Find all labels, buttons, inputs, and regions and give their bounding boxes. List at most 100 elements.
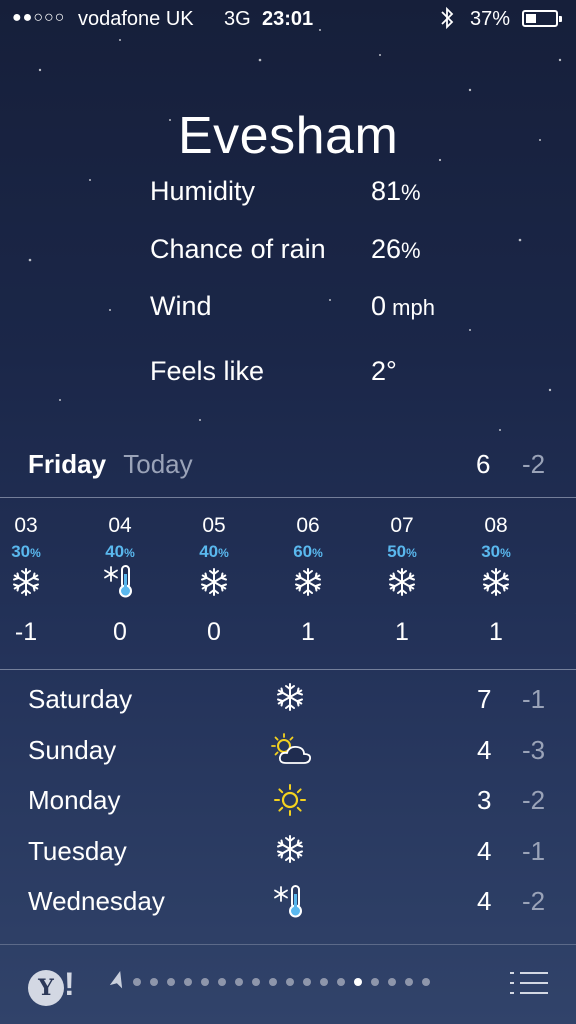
hourly-item: 03 30% -1 <box>0 514 56 647</box>
today-high: 6 <box>476 449 491 479</box>
daily-low: -1 <box>522 684 546 714</box>
page-dot[interactable] <box>371 978 379 986</box>
hour-temp: -1 <box>14 618 38 646</box>
hour-precip: 30% <box>11 542 41 561</box>
hourly-item: 05 40% 0 <box>184 514 244 647</box>
daily-low: -1 <box>522 835 546 866</box>
today-summary: Friday Today 6 -2 <box>28 449 576 485</box>
location-arrow-icon <box>103 967 130 996</box>
hour-label: 08 <box>484 514 508 537</box>
detail-value: 0 mph <box>371 291 435 321</box>
hour-label: 03 <box>14 514 38 537</box>
daily-low: -3 <box>522 734 546 765</box>
hourly-forecast[interactable]: 03 30% -1 04 40% 0 05 40% 0 06 60% 1 07 50% 1 08 30% 1 08 S… <box>0 500 576 668</box>
page-dot[interactable] <box>252 978 260 986</box>
snowflake-icon <box>270 834 310 872</box>
city-name: Evesham <box>178 107 399 165</box>
daily-row: Tuesday 4 -1 <box>0 834 576 876</box>
page-indicator[interactable] <box>133 978 430 986</box>
daily-row: Saturday 7 -1 <box>0 682 576 724</box>
daily-row: Monday 3 -2 <box>0 783 576 825</box>
snowflake-icon <box>278 564 338 608</box>
hour-temp: Su <box>560 596 576 625</box>
hourly-item: 08 Su <box>560 514 576 625</box>
page-dot[interactable] <box>150 978 158 986</box>
daily-low: -2 <box>522 886 546 916</box>
page-dot[interactable] <box>235 978 243 986</box>
daily-high: 7 <box>477 684 492 714</box>
hour-temp: 1 <box>395 618 409 646</box>
daily-high: 4 <box>477 886 492 916</box>
page-dot[interactable] <box>286 978 294 986</box>
daily-high: 4 <box>477 734 492 765</box>
detail-value: 26% <box>371 234 421 264</box>
hour-temp: 1 <box>301 618 315 646</box>
page-dot[interactable] <box>337 978 345 986</box>
daily-day: Saturday <box>28 684 133 714</box>
today-day: Friday <box>28 449 107 479</box>
hour-label: 05 <box>202 514 226 537</box>
daily-high: 4 <box>477 835 492 866</box>
hour-temp: 1 <box>489 618 503 646</box>
page-dot[interactable] <box>388 978 396 986</box>
detail-value: 2° <box>371 356 397 386</box>
detail-label: Feels like <box>150 356 265 386</box>
sunrise-icon <box>560 542 576 586</box>
status-time: 23:01 <box>262 8 314 30</box>
yahoo-logo-bang: ! <box>64 966 75 1002</box>
snowflake-icon <box>270 682 310 720</box>
daily-day: Monday <box>28 785 121 815</box>
page-dot[interactable] <box>184 978 192 986</box>
today-label: Today <box>123 449 193 479</box>
divider <box>0 669 576 670</box>
network-type: 3G <box>224 8 251 30</box>
today-low: -2 <box>522 449 546 479</box>
hour-precip: 30% <box>481 542 511 561</box>
page-dot[interactable] <box>422 978 430 986</box>
hour-precip: 40% <box>105 542 135 561</box>
snowflake-icon <box>372 564 432 608</box>
status-bar: ●●○○○ vodafone UK 3G 23:01 37% <box>0 0 576 40</box>
hour-temp: 0 <box>207 618 221 646</box>
snow-cold-icon <box>90 564 150 608</box>
hour-label: 07 <box>390 514 414 537</box>
hourly-item: 08 30% 1 <box>466 514 526 647</box>
snowflake-icon <box>466 564 526 608</box>
yahoo-logo[interactable]: Y <box>28 970 64 1006</box>
snowflake-icon <box>0 564 56 608</box>
page-dot[interactable] <box>320 978 328 986</box>
hour-precip: 40% <box>199 542 229 561</box>
battery-percent: 37% <box>470 8 511 30</box>
page-dot[interactable] <box>201 978 209 986</box>
page-dot[interactable] <box>218 978 226 986</box>
page-dot[interactable] <box>167 978 175 986</box>
city-list-button[interactable] <box>510 970 548 998</box>
partly-cloudy-icon <box>270 732 312 775</box>
daily-low: -2 <box>522 785 546 815</box>
daily-day: Tuesday <box>28 835 127 866</box>
daily-row: Sunday 4 -3 <box>0 732 576 775</box>
page-dot[interactable] <box>133 978 141 986</box>
battery-icon <box>522 10 562 27</box>
page-dot[interactable] <box>405 978 413 986</box>
detail-label: Wind <box>150 291 212 321</box>
daily-row: Wednesday 4 -2 <box>0 885 576 926</box>
hourly-item: 07 50% 1 <box>372 514 432 647</box>
hour-label: 08 <box>560 514 576 538</box>
bottom-toolbar: Y ! <box>0 944 576 1024</box>
sun-icon <box>270 783 310 825</box>
daily-day: Wednesday <box>28 886 165 916</box>
hourly-item: 06 60% 1 <box>278 514 338 647</box>
hourly-item: 04 40% 0 <box>90 514 150 647</box>
hour-temp: 0 <box>113 618 127 646</box>
page-dot[interactable] <box>269 978 277 986</box>
daily-day: Sunday <box>28 734 117 765</box>
page-dot[interactable] <box>303 978 311 986</box>
page-dot[interactable] <box>354 978 362 986</box>
hour-label: 04 <box>108 514 132 537</box>
divider <box>0 497 576 498</box>
hour-precip: 50% <box>387 542 417 561</box>
detail-value: 81% <box>371 176 421 206</box>
daily-high: 3 <box>477 785 492 815</box>
signal-strength: ●●○○○ <box>12 9 66 26</box>
